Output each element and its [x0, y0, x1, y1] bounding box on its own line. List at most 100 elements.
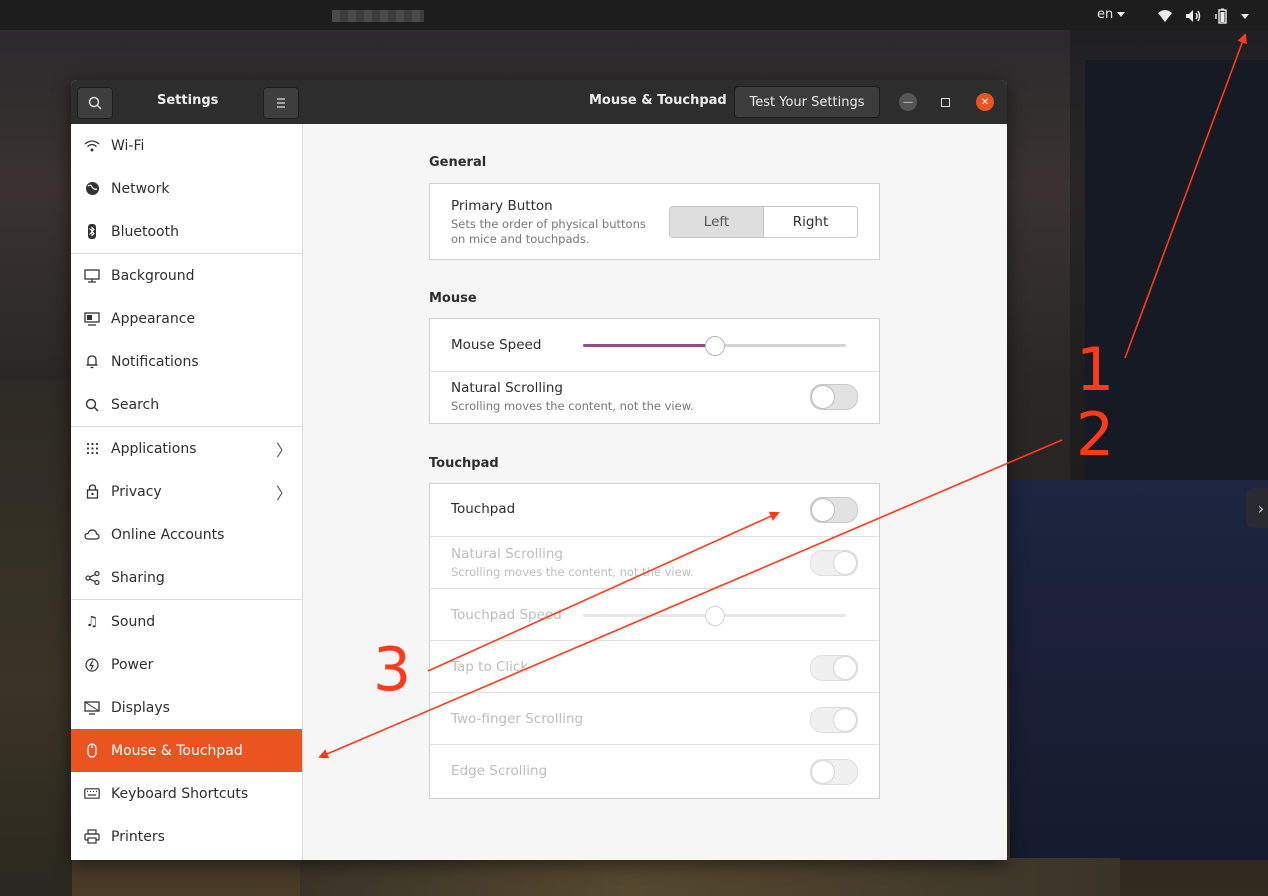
chevron-right-icon: 〉 — [276, 440, 293, 460]
volume-icon — [1186, 10, 1201, 22]
tap-to-click-label: Tap to Click — [451, 659, 529, 675]
sidebar-item-sound[interactable]: ♫ Sound — [71, 600, 302, 643]
mouse-natural-scrolling-row: Natural Scrolling Scrolling moves the co… — [430, 371, 879, 424]
chevron-right-icon[interactable]: › — [1246, 488, 1268, 528]
activities-blurred[interactable] — [332, 10, 424, 22]
general-panel: Primary Button Sets the order of physica… — [429, 183, 880, 260]
mouse-natural-scrolling-switch[interactable] — [810, 384, 858, 410]
appearance-icon — [83, 310, 101, 328]
primary-button-label: Primary Button — [451, 198, 553, 214]
mouse-icon — [83, 742, 101, 760]
wifi-icon — [1158, 10, 1172, 22]
right-button[interactable]: Right — [764, 207, 857, 237]
sidebar-item-label: Appearance — [111, 310, 196, 327]
grid-icon — [83, 440, 101, 458]
close-icon: ✕ — [980, 96, 990, 108]
touchpad-row: Touchpad — [430, 484, 879, 536]
maximize-icon — [940, 97, 950, 107]
sidebar-item-online-accounts[interactable]: Online Accounts — [71, 513, 302, 556]
edge-scrolling-switch[interactable] — [810, 759, 858, 785]
sidebar-item-network[interactable]: Network — [71, 167, 302, 210]
sidebar-item-printers[interactable]: Printers — [71, 815, 302, 858]
test-your-settings-button[interactable]: Test Your Settings — [734, 86, 880, 118]
sidebar-item-privacy[interactable]: Privacy 〉 — [71, 470, 302, 513]
touchpad-natural-scrolling-switch[interactable] — [810, 550, 858, 576]
search-icon — [83, 396, 101, 414]
sidebar-item-power[interactable]: Power — [71, 643, 302, 686]
switch-knob — [812, 386, 834, 408]
search-button[interactable] — [77, 87, 113, 119]
touchpad-speed-row: Touchpad Speed — [430, 588, 879, 641]
sidebar-item-label: Background — [111, 267, 195, 284]
sidebar-item-keyboard-shortcuts[interactable]: Keyboard Shortcuts — [71, 772, 302, 815]
sidebar-item-bluetooth[interactable]: Bluetooth — [71, 210, 302, 253]
primary-button-row: Primary Button Sets the order of physica… — [430, 184, 879, 259]
switch-knob — [834, 552, 856, 574]
sidebar-item-label: Applications — [111, 440, 197, 457]
wallpaper-detail — [0, 380, 72, 896]
system-menu[interactable] — [1157, 8, 1249, 24]
page-title: Mouse & Touchpad — [589, 93, 727, 108]
music-note-icon: ♫ — [85, 613, 99, 630]
section-title-general: General — [429, 155, 487, 170]
sidebar-item-notifications[interactable]: Notifications — [71, 340, 302, 383]
close-button[interactable]: ✕ — [976, 93, 994, 111]
bell-icon — [83, 353, 101, 371]
touchpad-label: Touchpad — [451, 501, 516, 517]
primary-button-toggle[interactable]: Left Right — [669, 206, 858, 238]
primary-button-description: Sets the order of physical buttons on mi… — [451, 217, 646, 246]
minimize-icon: — — [903, 96, 913, 108]
touchpad-panel: Touchpad Natural Scrolling Scrolling mov… — [429, 483, 880, 799]
switch-knob — [812, 761, 834, 783]
annotation-number-2: 2 — [1076, 400, 1115, 470]
top-panel: en — [0, 0, 1268, 30]
natural-scrolling-description: Scrolling moves the content, not the vie… — [451, 399, 694, 413]
sidebar-item-displays[interactable]: Displays — [71, 686, 302, 729]
tap-to-click-switch[interactable] — [810, 655, 858, 681]
sidebar-item-label: Power — [111, 656, 154, 673]
caret-down-icon — [1117, 12, 1126, 17]
section-title-touchpad: Touchpad — [429, 456, 499, 471]
cloud-icon — [83, 526, 101, 544]
hamburger-icon — [277, 98, 285, 108]
keyboard-icon — [83, 785, 101, 803]
natural-scrolling-label: Natural Scrolling — [451, 546, 563, 562]
edge-scrolling-row: Edge Scrolling — [430, 744, 879, 799]
caret-down-icon — [1241, 13, 1249, 19]
sidebar-headerbar: Settings — [71, 80, 304, 124]
sidebar-item-appearance[interactable]: Appearance — [71, 297, 302, 340]
content-headerbar: Mouse & Touchpad Test Your Settings — ✕ — [303, 80, 1007, 124]
two-finger-scrolling-row: Two-finger Scrolling — [430, 692, 879, 745]
sidebar-item-wifi[interactable]: Wi-Fi — [71, 124, 302, 167]
slider-handle[interactable] — [704, 336, 725, 356]
sidebar-item-search[interactable]: Search — [71, 383, 302, 426]
menu-button[interactable] — [263, 87, 299, 119]
search-icon — [88, 96, 102, 110]
minimize-button[interactable]: — — [899, 93, 917, 111]
mouse-speed-label: Mouse Speed — [451, 337, 542, 353]
sidebar-item-mouse-touchpad[interactable]: Mouse & Touchpad — [71, 729, 302, 772]
sidebar-item-applications[interactable]: Applications 〉 — [71, 427, 302, 470]
switch-knob — [834, 709, 856, 731]
slider-handle[interactable] — [704, 606, 725, 626]
switch-knob — [834, 657, 856, 679]
sidebar-item-label: Sharing — [111, 569, 165, 586]
chevron-right-icon: 〉 — [276, 483, 293, 503]
edge-scrolling-label: Edge Scrolling — [451, 763, 548, 779]
sidebar-item-background[interactable]: Background — [71, 254, 302, 297]
two-finger-scrolling-switch[interactable] — [810, 707, 858, 733]
slider-fill — [583, 344, 715, 347]
sidebar-item-label: Search — [111, 396, 160, 413]
sidebar-item-sharing[interactable]: Sharing — [71, 556, 302, 599]
left-button[interactable]: Left — [670, 207, 764, 237]
mouse-speed-slider[interactable] — [583, 336, 846, 356]
printer-icon — [83, 828, 101, 846]
natural-scrolling-label: Natural Scrolling — [451, 380, 563, 396]
sidebar-item-label: Wi-Fi — [111, 137, 145, 154]
maximize-button[interactable] — [936, 93, 954, 111]
language-indicator[interactable]: en — [1097, 7, 1126, 22]
touchpad-speed-slider[interactable] — [583, 606, 846, 626]
sidebar-item-label: Privacy — [111, 483, 162, 500]
touchpad-switch[interactable] — [810, 497, 858, 523]
sidebar-item-label: Network — [111, 180, 170, 197]
